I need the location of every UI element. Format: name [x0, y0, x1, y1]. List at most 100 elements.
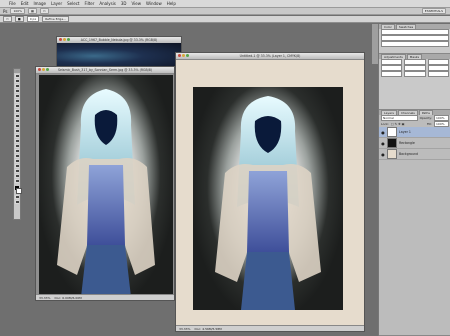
- marquee-tool-icon[interactable]: ▭: [3, 16, 12, 22]
- status-doc-size: Doc: 6.00M/6.00M: [54, 295, 82, 300]
- history-brush-tool-icon[interactable]: [15, 119, 19, 123]
- move-tool-icon[interactable]: [15, 74, 19, 78]
- minimize-icon[interactable]: [63, 38, 66, 41]
- lasso-tool-icon[interactable]: [15, 84, 19, 88]
- figure-illustration-left: [57, 89, 155, 297]
- document-window-nebula[interactable]: ACC_1967_Bubble_Nebula.jpg @ 33.3% (RGB/…: [56, 36, 182, 70]
- 3d-rotate-tool-icon[interactable]: [15, 164, 19, 168]
- pen-tool-icon[interactable]: [15, 144, 19, 148]
- type-tool-icon[interactable]: [15, 149, 19, 153]
- quick-mask-icon[interactable]: [15, 195, 19, 199]
- menu-bar: File Edit Image Layer Select Filter Anal…: [0, 0, 450, 8]
- minimize-icon[interactable]: [42, 68, 45, 71]
- tools-panel-header[interactable]: [14, 69, 20, 73]
- zoom-icon[interactable]: [46, 68, 49, 71]
- lock-label: Lock:: [381, 122, 389, 126]
- layer-thumbnail: [387, 127, 397, 137]
- left-canvas[interactable]: [39, 75, 173, 297]
- figure-illustration-right: [215, 96, 321, 310]
- layer-name: Rectangle: [399, 141, 415, 145]
- clone-stamp-tool-icon[interactable]: [15, 114, 19, 118]
- feather-field[interactable]: 0 px: [26, 16, 40, 22]
- workspace-switcher[interactable]: ESSENTIALS: [421, 8, 446, 14]
- dodge-tool-icon[interactable]: [15, 139, 19, 143]
- arrange-documents-button[interactable]: ▦: [28, 8, 37, 14]
- brush-tool-icon[interactable]: [15, 109, 19, 113]
- layer-thumbnail: [387, 138, 397, 148]
- status-zoom: 33.33%: [39, 295, 51, 300]
- quick-selection-tool-icon[interactable]: [15, 89, 19, 93]
- lock-icons[interactable]: □ ✎ ✥ ▣: [391, 122, 405, 126]
- healing-brush-tool-icon[interactable]: [15, 104, 19, 108]
- screen-mode-button[interactable]: ▭: [39, 8, 49, 14]
- adjustments-panel: Adjustments Masks: [379, 54, 450, 110]
- shape-tool-icon[interactable]: [15, 159, 19, 163]
- minimize-icon[interactable]: [182, 54, 185, 57]
- zoom-tool-icon[interactable]: [15, 179, 19, 183]
- status-zoom: 33.33%: [179, 326, 191, 331]
- crop-tool-icon[interactable]: [15, 94, 19, 98]
- hand-tool-icon[interactable]: [15, 174, 19, 178]
- zoom-icon[interactable]: [67, 38, 70, 41]
- path-selection-tool-icon[interactable]: [15, 154, 19, 158]
- invert-icon[interactable]: [427, 71, 449, 77]
- layer-row[interactable]: ● Background: [379, 149, 450, 160]
- menu-window[interactable]: Window: [146, 1, 162, 6]
- menu-3d[interactable]: 3D: [121, 1, 127, 6]
- zoom-icon[interactable]: [186, 54, 189, 57]
- adjustment-icons-row: [379, 71, 450, 77]
- menu-image[interactable]: Image: [33, 1, 46, 6]
- document-title: Untitled-1 @ 33.3% (Layer 1, CMYK/8): [239, 54, 301, 58]
- layers-panel: Layers Channels Paths Normal Opacity: 10…: [379, 110, 450, 336]
- background-color-swatch[interactable]: [16, 188, 22, 194]
- new-selection-icon[interactable]: ■: [14, 16, 24, 22]
- visibility-eye-icon[interactable]: ●: [381, 152, 385, 157]
- layer-thumbnail: [387, 149, 397, 159]
- blend-mode-select[interactable]: Normal: [381, 115, 418, 121]
- options-bar: ▭ ■ 0 px Refine Edge...: [0, 16, 450, 23]
- document-window-left[interactable]: Seismic_Bush_317_by_Sonnian_Serm.jpg @ 3…: [35, 66, 175, 301]
- layer-row[interactable]: ● Layer 1: [379, 127, 450, 138]
- photo-filter-icon[interactable]: [381, 71, 403, 77]
- right-canvas[interactable]: [193, 87, 343, 310]
- fill-field[interactable]: 100%: [434, 121, 449, 127]
- status-bar: 33.33% Doc: 4.56M/5.58M: [176, 325, 364, 331]
- application-bar: Ps 100% ▦ ▭ ESSENTIALS: [0, 8, 450, 15]
- zoom-level[interactable]: 100%: [10, 8, 26, 14]
- opacity-label: Opacity:: [419, 116, 432, 120]
- color-slider-row: [379, 41, 450, 47]
- marquee-tool-icon[interactable]: [15, 79, 19, 83]
- panel-dock: Color Swatches Adjustments Masks Layers …: [378, 24, 450, 336]
- close-icon[interactable]: [59, 38, 62, 41]
- menu-filter[interactable]: Filter: [84, 1, 94, 6]
- menu-select[interactable]: Select: [67, 1, 79, 6]
- document-titlebar[interactable]: Untitled-1 @ 33.3% (Layer 1, CMYK/8): [176, 53, 364, 60]
- 3d-orbit-tool-icon[interactable]: [15, 169, 19, 173]
- screen-mode-icon[interactable]: [15, 200, 19, 204]
- eyedropper-tool-icon[interactable]: [15, 99, 19, 103]
- blur-tool-icon[interactable]: [15, 134, 19, 138]
- color-slider-b[interactable]: [381, 41, 449, 47]
- close-icon[interactable]: [38, 68, 41, 71]
- eraser-tool-icon[interactable]: [15, 124, 19, 128]
- tab-paths[interactable]: Paths: [418, 110, 433, 115]
- menu-edit[interactable]: Edit: [21, 1, 29, 6]
- gradient-tool-icon[interactable]: [15, 129, 19, 133]
- refine-edge-button[interactable]: Refine Edge...: [42, 16, 70, 22]
- document-titlebar[interactable]: Seismic_Bush_317_by_Sonnian_Serm.jpg @ 3…: [36, 67, 174, 74]
- menu-layer[interactable]: Layer: [51, 1, 62, 6]
- fill-label: Fill:: [426, 122, 432, 126]
- photoshop-logo-icon: Ps: [3, 8, 8, 14]
- visibility-eye-icon[interactable]: ●: [381, 141, 385, 146]
- menu-analysis[interactable]: Analysis: [99, 1, 115, 6]
- close-icon[interactable]: [178, 54, 181, 57]
- menu-file[interactable]: File: [9, 1, 16, 6]
- status-doc-size: Doc: 4.56M/5.58M: [194, 326, 222, 331]
- visibility-eye-icon[interactable]: ●: [381, 130, 385, 135]
- menu-view[interactable]: View: [132, 1, 142, 6]
- document-window-right[interactable]: Untitled-1 @ 33.3% (Layer 1, CMYK/8) 33.…: [175, 52, 365, 332]
- channel-mixer-icon[interactable]: [404, 71, 426, 77]
- layer-row[interactable]: ● Rectangle: [379, 138, 450, 149]
- status-bar: 33.33% Doc: 6.00M/6.00M: [36, 294, 174, 300]
- menu-help[interactable]: Help: [167, 1, 176, 6]
